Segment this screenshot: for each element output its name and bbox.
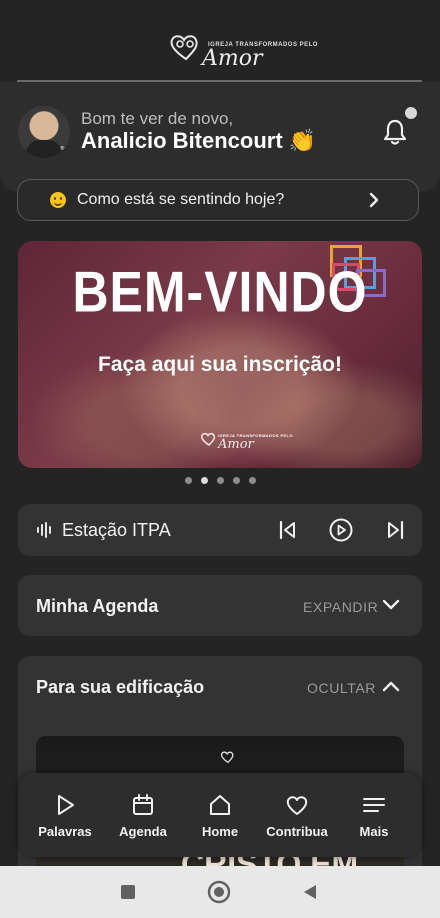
home-circle-icon[interactable] (207, 880, 231, 904)
chevron-right-icon (369, 192, 379, 208)
greeting-subtitle: Bom te ver de novo, (81, 109, 234, 128)
heart-icon (286, 796, 308, 815)
back-triangle-icon[interactable] (302, 884, 318, 900)
welcome-banner[interactable]: BEM-VINDO Faça aqui sua inscrição! IGREJ… (18, 241, 422, 468)
nav-label: Palavras (38, 824, 92, 839)
recents-square-icon[interactable] (120, 884, 136, 900)
bell-icon[interactable] (382, 118, 408, 146)
nav-item-home[interactable]: Home (180, 773, 260, 857)
carousel-dot[interactable] (184, 477, 192, 484)
nav-item-mais[interactable]: Mais (334, 773, 414, 857)
hide-label[interactable]: OCULTAR (307, 680, 376, 696)
user-name: Analicio Bitencourt 👏 (81, 128, 317, 153)
play-circle-icon[interactable] (329, 518, 353, 542)
calendar-icon (133, 794, 153, 815)
banner-subtitle: Faça aqui sua inscrição! (98, 353, 342, 376)
logo-script: Amor (202, 46, 263, 71)
hearts-logo-icon (170, 35, 198, 61)
smiley-icon (50, 192, 66, 208)
chevron-up-icon[interactable] (382, 679, 400, 693)
bottom-navigation: Palavras Agenda Home Contribua Mais (18, 773, 422, 857)
banner-title: BEM-VINDO (72, 259, 368, 325)
banner-hearts-icon (201, 432, 216, 446)
nav-label: Mais (359, 824, 389, 839)
mood-button[interactable]: Como está se sentindo hoje? (17, 179, 419, 221)
skip-next-icon[interactable] (385, 520, 405, 540)
menu-icon (363, 798, 385, 812)
carousel-dot-active[interactable] (200, 477, 208, 484)
radio-title: Estação ITPA (62, 519, 171, 540)
nav-item-contribua[interactable]: Contribua (257, 773, 337, 857)
home-icon (210, 795, 230, 815)
nav-label: Agenda (119, 824, 167, 839)
chevron-down-icon[interactable] (382, 598, 400, 612)
nav-label: Contribua (266, 824, 328, 839)
status-bar (0, 0, 440, 16)
edification-title: Para sua edificação (36, 677, 205, 697)
radio-player: Estação ITPA (18, 504, 422, 556)
system-navigation-bar (0, 866, 440, 918)
nav-label: Home (201, 824, 239, 839)
banner-logo-script: Amor (218, 437, 254, 452)
sound-wave-icon (37, 522, 51, 538)
nav-item-palavras[interactable]: Palavras (25, 773, 105, 857)
avatar[interactable]: ✎ (18, 106, 70, 158)
edit-pencil-icon[interactable]: ✎ (60, 145, 68, 156)
nav-item-agenda[interactable]: Agenda (103, 773, 183, 857)
carousel-dot[interactable] (232, 477, 240, 484)
mood-label: Como está se sentindo hoje? (77, 191, 285, 208)
agenda-title: Minha Agenda (36, 596, 159, 616)
skip-previous-icon[interactable] (278, 520, 298, 540)
carousel-dot[interactable] (216, 477, 224, 484)
agenda-section[interactable]: Minha Agenda EXPANDIR (18, 575, 422, 636)
notification-dot (403, 105, 419, 121)
carousel-dots (0, 477, 440, 484)
carousel-dot[interactable] (248, 477, 256, 484)
play-icon (58, 795, 74, 815)
video-hearts-icon (220, 751, 234, 764)
expand-label[interactable]: EXPANDIR (303, 599, 378, 615)
